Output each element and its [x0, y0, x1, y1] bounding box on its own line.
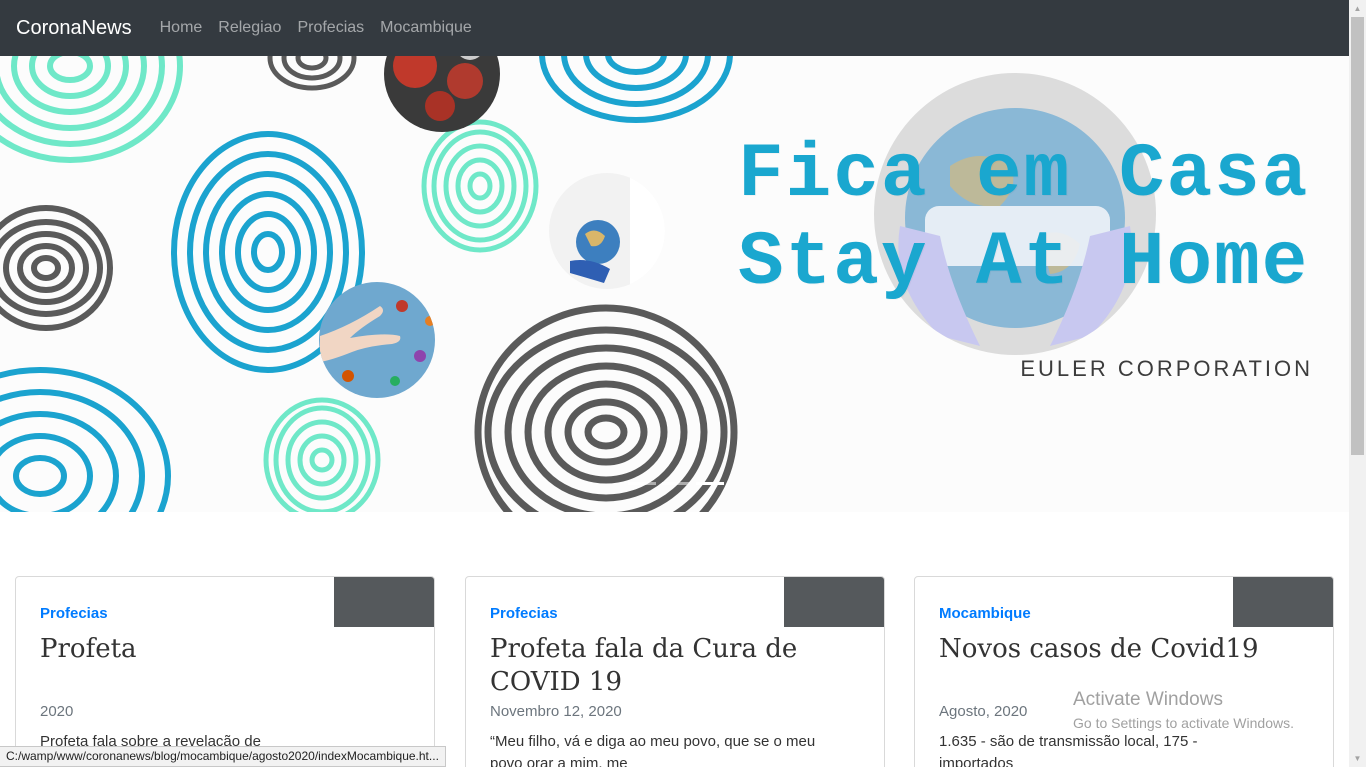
card-thumbnail — [784, 577, 884, 627]
card-thumbnail — [1233, 577, 1333, 627]
card-category[interactable]: Mocambique — [939, 605, 1031, 622]
hero-title-line2: Stay At Home — [738, 220, 1310, 306]
card-date: Novembro 12, 2020 — [490, 703, 622, 720]
fingerprint-gray-top — [267, 56, 357, 91]
card-title[interactable]: Novos casos de Covid19 — [939, 633, 1259, 666]
navbar-brand[interactable]: CoronaNews — [16, 17, 132, 40]
watermark-title: Activate Windows — [1073, 689, 1223, 710]
news-card-1[interactable]: Profecias Profeta 2020 Profeta fala sobr… — [15, 576, 435, 767]
fingerprint-mint-middle — [421, 119, 539, 253]
scrollbar-thumb[interactable] — [1351, 17, 1364, 455]
fingerprint-mint-bottom — [263, 397, 381, 512]
page: CoronaNews Home Relegiao Profecias Mocam… — [0, 0, 1366, 767]
card-excerpt: 1.635 - são de transmissão local, 175 - … — [939, 733, 1198, 767]
fingerprint-gray-left — [0, 205, 113, 331]
carousel-indicator-3[interactable] — [696, 482, 724, 485]
fingerprint-blue-bottomleft — [0, 367, 171, 512]
hero-title-line1: Fica em Casa — [738, 132, 1310, 218]
vertical-scrollbar[interactable]: ▲ ▼ — [1349, 0, 1366, 767]
card-title[interactable]: Profeta fala da Cura de COVID 19 — [490, 633, 810, 699]
nav-link-relegiao[interactable]: Relegiao — [210, 19, 289, 37]
card-category[interactable]: Profecias — [490, 605, 558, 622]
hero-company-name: EULER CORPORATION — [1020, 356, 1313, 381]
watermark-subtitle: Go to Settings to activate Windows. — [1073, 715, 1294, 731]
news-card-3[interactable]: Mocambique Novos casos de Covid19 Agosto… — [914, 576, 1334, 767]
scroll-down-arrow-icon[interactable]: ▼ — [1349, 750, 1366, 767]
nav-link-home[interactable]: Home — [152, 19, 211, 37]
fingerprint-mint-topleft — [0, 56, 183, 163]
card-category[interactable]: Profecias — [40, 605, 108, 622]
card-date: 2020 — [40, 703, 74, 720]
hero-banner: Fica em Casa Stay At Home EULER CORPORAT… — [0, 56, 1349, 512]
carousel-indicator-2[interactable] — [662, 482, 690, 485]
card-date: Agosto, 2020 — [939, 703, 1028, 720]
news-card-2[interactable]: Profecias Profeta fala da Cura de COVID … — [465, 576, 885, 767]
scroll-up-arrow-icon[interactable]: ▲ — [1349, 0, 1366, 17]
nav-link-profecias[interactable]: Profecias — [289, 19, 372, 37]
card-title[interactable]: Profeta — [40, 633, 360, 666]
nav-link-mocambique[interactable]: Mocambique — [372, 19, 480, 37]
globe-photo-circle — [549, 173, 665, 289]
top-navbar: CoronaNews Home Relegiao Profecias Mocam… — [0, 0, 1349, 56]
browser-status-url: C:/wamp/www/coronanews/blog/mocambique/a… — [0, 746, 446, 767]
carousel-indicator-1[interactable] — [628, 482, 656, 485]
fingerprint-blue-top — [539, 56, 733, 123]
carousel-indicators — [628, 482, 724, 485]
windows-activation-watermark: Activate Windows Go to Settings to activ… — [1073, 689, 1294, 731]
card-excerpt: “Meu filho, vá e diga ao meu povo, que s… — [490, 733, 816, 767]
hand-virus-photo-circle — [319, 282, 435, 398]
card-thumbnail — [334, 577, 434, 627]
